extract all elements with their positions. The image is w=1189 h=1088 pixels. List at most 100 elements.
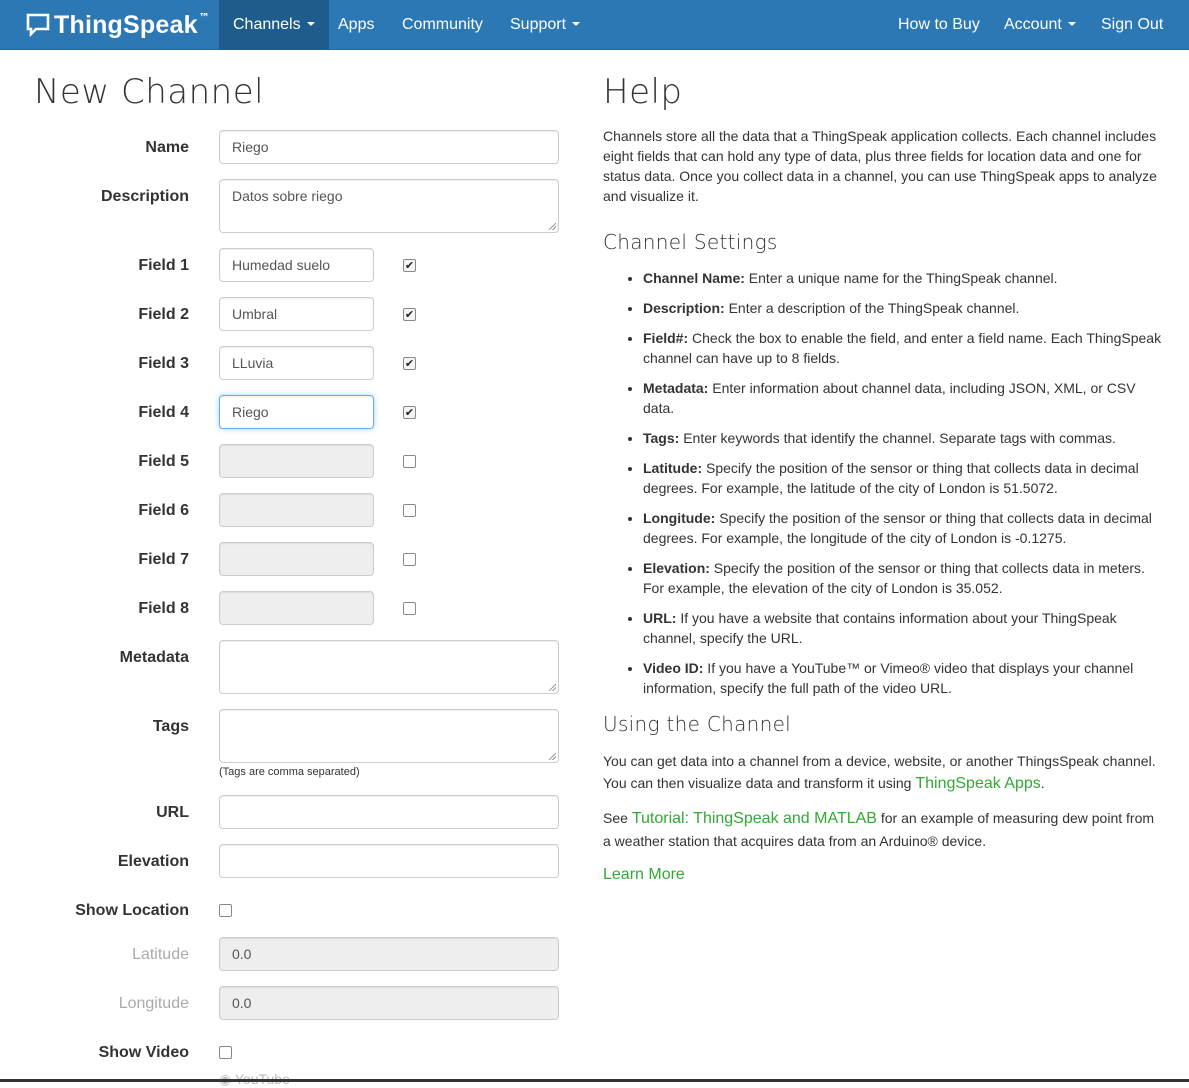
help-title: Help [603, 72, 683, 112]
name-label: Name [145, 139, 189, 156]
field-1-label: Field 1 [138, 257, 189, 274]
metadata-textarea[interactable] [219, 640, 559, 694]
tutorial-link[interactable]: Tutorial: ThingSpeak and MATLAB [632, 810, 877, 827]
caret-down-icon [572, 21, 581, 26]
nav-apps-label: Apps [338, 16, 375, 33]
nav-how-to-buy[interactable]: How to Buy [884, 0, 994, 50]
description-textarea[interactable]: Datos sobre riego [219, 179, 559, 233]
field-5-input[interactable] [219, 444, 374, 478]
resize-grip-icon[interactable] [549, 223, 556, 230]
help-text: Specify the position of the sensor or th… [643, 460, 1139, 496]
field-4-input[interactable]: Riego [219, 395, 374, 429]
nav-account[interactable]: Account [990, 0, 1090, 50]
field-8-input[interactable] [219, 591, 374, 625]
using-channel-title: Using the Channel [603, 712, 792, 736]
caret-down-icon [306, 21, 315, 26]
nav-community-label: Community [402, 16, 483, 33]
description-label: Description [100, 188, 189, 205]
field-2-checkbox[interactable]: ✔ [403, 308, 416, 321]
field-6-input[interactable] [219, 493, 374, 527]
help-term: Channel Name: [643, 270, 745, 286]
url-label: URL [156, 804, 189, 821]
nav-account-label: Account [1004, 16, 1062, 33]
nav-sign-out[interactable]: Sign Out [1087, 0, 1177, 50]
nav-sign-out-label: Sign Out [1101, 16, 1164, 33]
tags-textarea[interactable] [219, 709, 559, 763]
help-term: Tags: [643, 430, 680, 446]
nav-channels[interactable]: Channels [219, 0, 329, 50]
longitude-input[interactable]: 0.0 [219, 986, 559, 1020]
learn-more-link[interactable]: Learn More [603, 866, 685, 883]
thingspeak-apps-link[interactable]: ThingSpeak Apps [915, 775, 1040, 792]
description-text: Datos sobre riego [232, 188, 343, 204]
channel-settings-list: Channel Name: Enter a unique name for th… [603, 268, 1163, 698]
field-4-label: Field 4 [138, 404, 189, 421]
field-4-checkbox[interactable]: ✔ [403, 406, 416, 419]
field-8-checkbox[interactable] [403, 602, 416, 615]
speech-bubble-icon [26, 13, 50, 38]
help-term: Metadata: [643, 380, 709, 396]
help-text: Enter information about channel data, in… [643, 380, 1136, 416]
name-input[interactable]: Riego [219, 130, 559, 164]
nav-apps[interactable]: Apps [324, 0, 388, 50]
field-3-checkbox[interactable]: ✔ [403, 357, 416, 370]
field-6-checkbox[interactable] [403, 504, 416, 517]
show-location-label: Show Location [75, 902, 189, 919]
field-2-input[interactable]: Umbral [219, 297, 374, 331]
tags-hint: (Tags are comma separated) [219, 766, 360, 778]
using-channel-paragraph: You can get data into a channel from a d… [603, 750, 1163, 795]
help-item: Elevation: Specify the position of the s… [643, 558, 1163, 598]
show-video-label: Show Video [98, 1044, 189, 1061]
longitude-label: Longitude [118, 995, 189, 1012]
help-item: Channel Name: Enter a unique name for th… [643, 268, 1163, 288]
field-3-label: Field 3 [138, 355, 189, 372]
nav-community[interactable]: Community [388, 0, 497, 50]
show-location-checkbox[interactable] [219, 904, 232, 917]
help-item: URL: If you have a website that contains… [643, 608, 1163, 648]
help-text: Specify the position of the sensor or th… [643, 510, 1152, 546]
elevation-input[interactable] [219, 844, 559, 878]
field-6-label: Field 6 [138, 502, 189, 519]
help-item: Video ID: If you have a YouTube™ or Vime… [643, 658, 1163, 698]
resize-grip-icon[interactable] [549, 684, 556, 691]
help-item: Tags: Enter keywords that identify the c… [643, 428, 1163, 448]
tutorial-text: See [603, 810, 632, 826]
field-3-input[interactable]: LLuvia [219, 346, 374, 380]
help-text: Specify the position of the sensor or th… [643, 560, 1145, 596]
help-item: Latitude: Specify the position of the se… [643, 458, 1163, 498]
field-7-label: Field 7 [138, 551, 189, 568]
field-8-label: Field 8 [138, 600, 189, 617]
help-term: Field#: [643, 330, 689, 346]
brand-trademark: ™ [198, 10, 210, 24]
show-video-checkbox[interactable] [219, 1046, 232, 1059]
nav-how-to-buy-label: How to Buy [898, 16, 980, 33]
elevation-label: Elevation [117, 853, 189, 870]
help-text: Enter a description of the ThingSpeak ch… [724, 300, 1020, 316]
field-5-label: Field 5 [138, 453, 189, 470]
metadata-label: Metadata [119, 649, 189, 666]
field-2-label: Field 2 [138, 306, 189, 323]
help-item: Field#: Check the box to enable the fiel… [643, 328, 1163, 368]
field-7-checkbox[interactable] [403, 553, 416, 566]
field-1-checkbox[interactable]: ✔ [403, 259, 416, 272]
nav-support[interactable]: Support [496, 0, 594, 50]
help-text: Enter keywords that identify the channel… [679, 430, 1116, 446]
latitude-input[interactable]: 0.0 [219, 937, 559, 971]
tags-label: Tags [152, 718, 189, 735]
page-title: New Channel [34, 72, 265, 112]
field-1-input[interactable]: Humedad suelo [219, 248, 374, 282]
top-navbar: ThingSpeak ™ Channels Apps Community Supp… [0, 0, 1189, 50]
resize-grip-icon[interactable] [549, 753, 556, 760]
caret-down-icon [1067, 21, 1076, 26]
url-input[interactable] [219, 795, 559, 829]
tutorial-paragraph: See Tutorial: ThingSpeak and MATLAB for … [603, 807, 1163, 852]
using-text: You can get data into a channel from a d… [603, 753, 1156, 791]
help-term: Longitude: [643, 510, 716, 526]
help-panel: Help Channels store all the data that a … [603, 72, 1163, 885]
field-5-checkbox[interactable] [403, 455, 416, 468]
brand-logo[interactable]: ThingSpeak ™ [26, 0, 210, 50]
field-7-input[interactable] [219, 542, 374, 576]
help-item: Description: Enter a description of the … [643, 298, 1163, 318]
latitude-label: Latitude [132, 946, 189, 963]
channel-settings-title: Channel Settings [603, 230, 778, 254]
